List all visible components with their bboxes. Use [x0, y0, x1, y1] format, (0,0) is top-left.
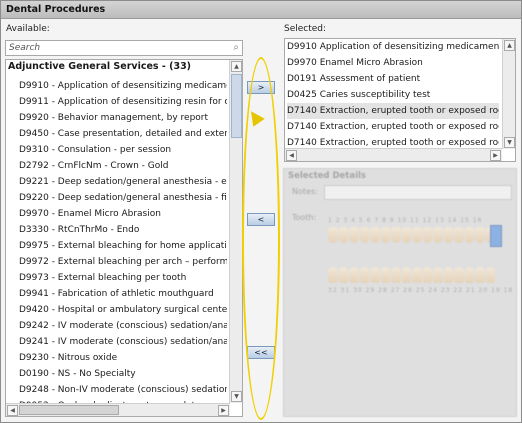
available-list-item[interactable]: D9970 - Enamel Micro Abrasion	[19, 206, 227, 222]
notes-label: Notes:	[292, 187, 318, 196]
lower-tooth-numbers: 32 31 30 29 28 27 26 25 24 23 22 21 20 1…	[328, 287, 517, 294]
available-list-item[interactable]: D9941 - Fabrication of athletic mouthgua…	[19, 286, 227, 302]
notes-field	[324, 185, 512, 200]
tooth-icon	[370, 227, 380, 243]
available-list-item[interactable]: D9221 - Deep sedation/general anesthesia…	[19, 174, 227, 190]
available-list-item[interactable]: D9973 - External bleaching per tooth	[19, 270, 227, 286]
available-list-item[interactable]: D2792 - CrnFlcNm - Crown - Gold	[19, 158, 227, 174]
available-list-item[interactable]: D9241 - IV moderate (conscious) sedation…	[19, 334, 227, 350]
search-placeholder: Search	[9, 43, 41, 53]
tooth-icon	[422, 227, 432, 243]
tooth-icon	[475, 267, 485, 283]
available-list-item[interactable]: D9450 - Case presentation, detailed and …	[19, 126, 227, 142]
tooth-icon	[464, 267, 474, 283]
tooth-icon	[443, 227, 453, 243]
available-list-item[interactable]: D9920 - Behavior management, by report	[19, 110, 227, 126]
selected-items: D9910 Application of desensitizing medic…	[287, 39, 499, 151]
selected-list-item[interactable]: D9910 Application of desensitizing medic…	[287, 39, 499, 55]
scroll-down-arrow-icon[interactable]: ▼	[231, 391, 242, 402]
details-title: Selected Details	[288, 171, 366, 181]
lower-teeth-row	[328, 267, 496, 283]
selected-list-item[interactable]: D7140 Extraction, erupted tooth or expos…	[287, 119, 499, 135]
tooth-icon	[338, 227, 348, 243]
scroll-up-arrow-icon[interactable]: ▲	[504, 40, 515, 51]
available-list-item[interactable]: D9220 - Deep sedation/general anesthesia…	[19, 190, 227, 206]
available-list-item[interactable]: D3330 - RtCnThrMo - Endo	[19, 222, 227, 238]
available-label: Available:	[6, 24, 50, 34]
available-items: D9910 - Application of desensitizing med…	[19, 78, 227, 414]
available-list[interactable]: Adjunctive General Services - (33) D9910…	[5, 59, 243, 417]
tooth-icon	[328, 267, 338, 283]
tooth-icon	[359, 227, 369, 243]
tooth-icon	[359, 267, 369, 283]
tooth-label: Tooth:	[292, 213, 317, 222]
tooth-icon	[433, 267, 443, 283]
selected-list[interactable]: D9910 Application of desensitizing medic…	[284, 38, 516, 162]
tooth-icon	[349, 267, 359, 283]
selected-label: Selected:	[284, 24, 327, 34]
scroll-right-arrow-icon[interactable]: ▶	[218, 405, 229, 416]
available-horizontal-scrollbar[interactable]: ◀ ▶	[6, 403, 230, 416]
tooth-icon	[328, 227, 338, 243]
window-title: Dental Procedures	[1, 1, 521, 19]
tooth-icon	[370, 267, 380, 283]
available-list-item[interactable]: D9248 - Non-IV moderate (conscious) seda…	[19, 382, 227, 398]
scroll-thumb[interactable]	[231, 74, 242, 138]
available-list-item[interactable]: D9230 - Nitrous oxide	[19, 350, 227, 366]
selected-list-item[interactable]: D0191 Assessment of patient	[287, 71, 499, 87]
tooth-icon	[443, 267, 453, 283]
available-vertical-scrollbar[interactable]: ▲ ▼	[229, 60, 242, 403]
tooth-icon	[475, 227, 485, 243]
selected-list-item[interactable]: D7140 Extraction, erupted tooth or expos…	[287, 103, 499, 119]
scroll-left-arrow-icon[interactable]: ◀	[286, 150, 297, 161]
highlight-annotation	[242, 57, 280, 420]
available-list-item[interactable]: D9420 - Hospital or ambulatory surgical …	[19, 302, 227, 318]
tooth-icon	[380, 227, 390, 243]
scroll-down-arrow-icon[interactable]: ▼	[504, 137, 515, 148]
selected-list-item[interactable]: D0425 Caries susceptibility test	[287, 87, 499, 103]
tooth-icon	[464, 227, 474, 243]
tooth-icon	[391, 267, 401, 283]
selected-vertical-scrollbar[interactable]: ▲ ▼	[502, 39, 515, 149]
selected-details-panel: Selected Details Notes: Tooth: 1 2 3 4 5…	[283, 168, 517, 417]
tooth-icon	[349, 227, 359, 243]
tooth-selector-icon	[490, 225, 502, 247]
scroll-right-arrow-icon[interactable]: ▶	[490, 150, 501, 161]
tooth-chart: 1 2 3 4 5 6 7 8 9 10 11 12 13 14 15 16 3…	[328, 217, 516, 294]
scroll-up-arrow-icon[interactable]: ▲	[231, 61, 242, 72]
tooth-icon	[454, 267, 464, 283]
available-list-item[interactable]: D9910 - Application of desensitizing med…	[19, 78, 227, 94]
tooth-icon	[391, 227, 401, 243]
tooth-icon	[401, 227, 411, 243]
available-list-item[interactable]: D9975 - External bleaching for home appl…	[19, 238, 227, 254]
available-list-item[interactable]: D0190 - NS - No Specialty	[19, 366, 227, 382]
tooth-icon	[380, 267, 390, 283]
tooth-icon	[412, 267, 422, 283]
scroll-left-arrow-icon[interactable]: ◀	[7, 405, 18, 416]
tooth-icon	[422, 267, 432, 283]
upper-tooth-numbers: 1 2 3 4 5 6 7 8 9 10 11 12 13 14 15 16	[328, 217, 483, 224]
tooth-icon	[401, 267, 411, 283]
available-list-item[interactable]: D9911 - Application of desensitizing res…	[19, 94, 227, 110]
tooth-icon	[338, 267, 348, 283]
group-header[interactable]: Adjunctive General Services - (33)	[8, 61, 191, 72]
selected-list-item[interactable]: D9970 Enamel Micro Abrasion	[287, 55, 499, 71]
available-list-item[interactable]: D9310 - Consulation - per session	[19, 142, 227, 158]
tooth-icon	[433, 227, 443, 243]
search-icon[interactable]: ⌕	[233, 41, 239, 55]
hscroll-thumb[interactable]	[19, 405, 119, 415]
tooth-icon	[412, 227, 422, 243]
tooth-icon	[485, 267, 495, 283]
selected-horizontal-scrollbar[interactable]: ◀ ▶	[285, 148, 502, 161]
available-list-item[interactable]: D9242 - IV moderate (conscious) sedation…	[19, 318, 227, 334]
available-list-item[interactable]: D9972 - External bleaching per arch – pe…	[19, 254, 227, 270]
search-input[interactable]: Search ⌕	[5, 40, 243, 56]
upper-teeth-row	[328, 227, 496, 243]
tooth-icon	[454, 227, 464, 243]
